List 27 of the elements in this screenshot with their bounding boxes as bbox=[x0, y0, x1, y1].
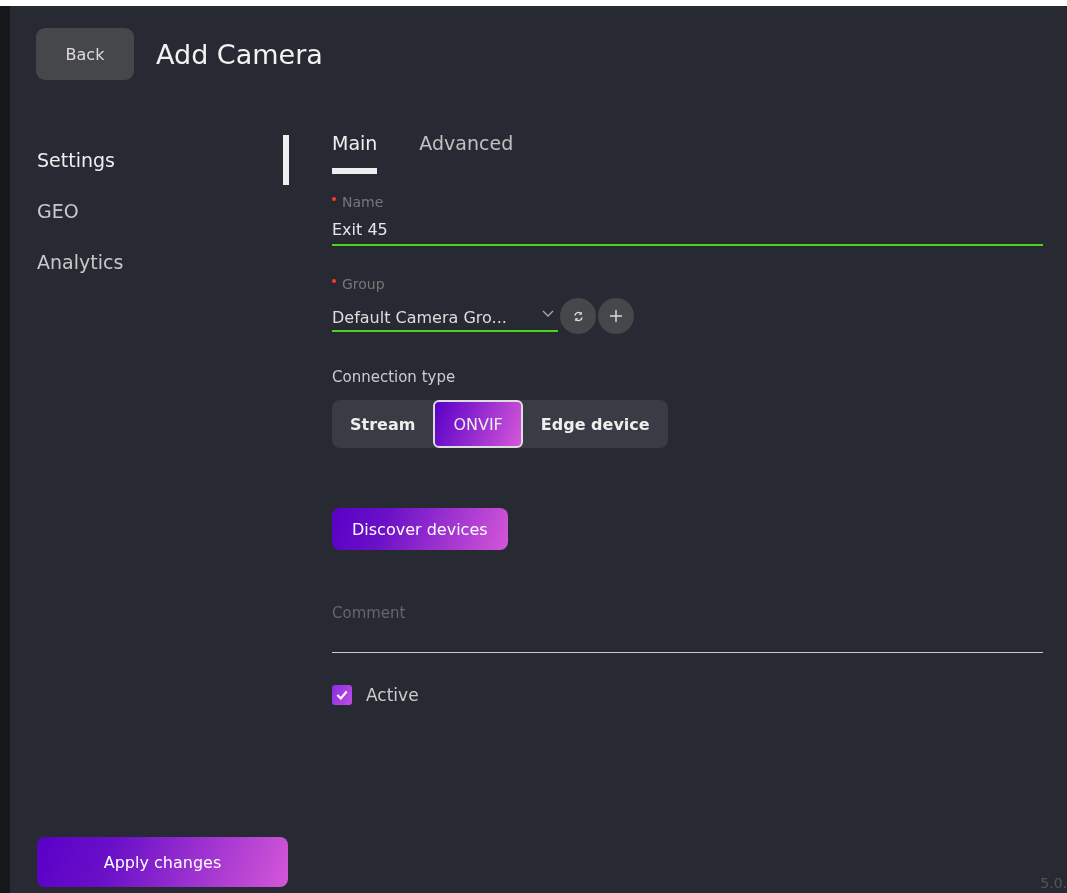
tab[interactable]: Main bbox=[332, 132, 378, 174]
discover-devices-button[interactable]: Discover devices bbox=[332, 508, 508, 550]
connection-type-label: Connection type bbox=[332, 368, 457, 386]
segment-option[interactable]: ONVIF bbox=[433, 400, 523, 448]
comment-input[interactable]: Comment bbox=[332, 604, 1043, 653]
selection-indicator bbox=[283, 135, 289, 185]
sidebar-item[interactable]: Analytics bbox=[10, 237, 306, 287]
plus-icon bbox=[609, 309, 623, 323]
group-select[interactable]: Default Camera Gro... bbox=[332, 300, 558, 332]
sidebar-item[interactable]: Settings bbox=[10, 135, 306, 185]
refresh-button[interactable] bbox=[560, 298, 596, 334]
checkmark-icon bbox=[335, 688, 349, 702]
refresh-icon bbox=[572, 310, 584, 322]
segment-option[interactable]: Stream bbox=[332, 400, 434, 448]
back-button[interactable]: Back bbox=[36, 28, 134, 80]
apply-changes-button[interactable]: Apply changes bbox=[37, 837, 288, 887]
chevron-down-icon bbox=[542, 309, 554, 318]
tab[interactable]: Advanced bbox=[419, 132, 514, 174]
segment-option[interactable]: Edge device bbox=[522, 400, 668, 448]
field-label: Name bbox=[332, 194, 1043, 210]
page-title: Add Camera bbox=[156, 38, 323, 70]
field-label: Group bbox=[332, 276, 1043, 292]
checkbox-label: Active bbox=[366, 685, 419, 705]
active-checkbox[interactable] bbox=[332, 685, 352, 705]
sidebar-item[interactable]: GEO bbox=[10, 186, 306, 236]
name-input[interactable]: Exit 45 bbox=[332, 210, 1043, 246]
add-button[interactable] bbox=[598, 298, 634, 334]
